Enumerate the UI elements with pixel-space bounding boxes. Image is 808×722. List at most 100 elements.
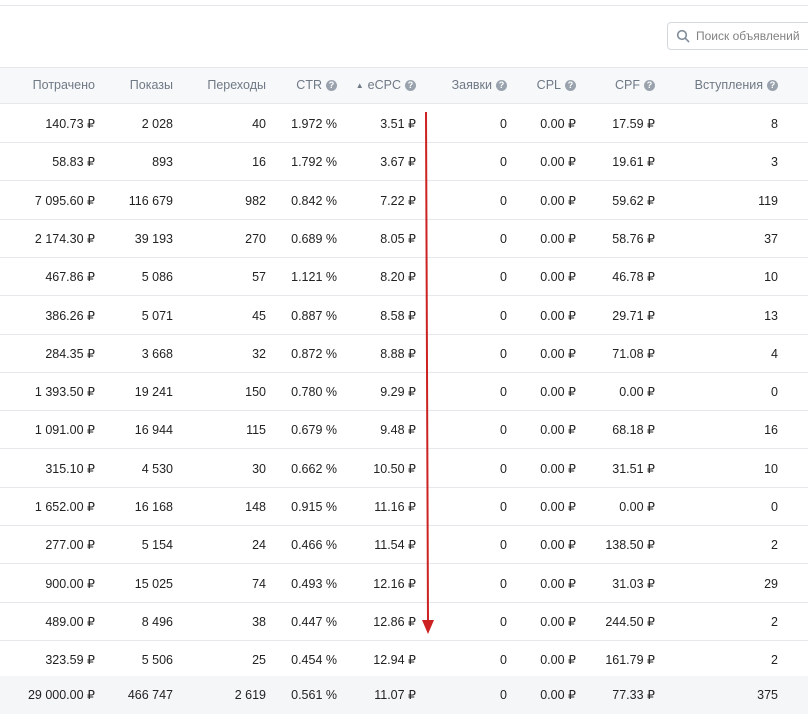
cell-spent: 323.59 ₽ [45, 653, 95, 667]
table-row: 284.35 ₽ 3 668 32 0.872 % 8.88 ₽ 0 0.00 ₽ 71.08… [0, 335, 808, 373]
cell-cpf: 244.50 ₽ [605, 615, 655, 629]
column-header-label: eCPC [367, 78, 401, 93]
cell-impressions: 4 530 [141, 462, 173, 476]
column-header-impressions[interactable]: Показы [130, 68, 173, 103]
table-row: 58.83 ₽ 893 16 1.792 % 3.67 ₽ 0 0.00 ₽ 19.61 ₽ 3 [0, 143, 808, 181]
cell-cpl: 0.00 ₽ [540, 385, 576, 399]
cell-impressions: 3 668 [141, 347, 173, 361]
cell-spent: 489.00 ₽ [45, 615, 95, 629]
search-box[interactable] [667, 22, 808, 50]
search-input[interactable] [696, 29, 808, 43]
cell-ctr: 0.447 % [291, 615, 337, 629]
sort-asc-icon: ▲ [355, 81, 364, 91]
cell-cpf: 138.50 ₽ [605, 538, 655, 552]
cell-impressions: 5 154 [141, 538, 173, 552]
cell-ecpc: 7.22 ₽ [380, 194, 416, 208]
cell-cpf: 0.00 ₽ [619, 500, 655, 514]
help-icon[interactable]: ? [326, 80, 337, 92]
cell-ecpc: 3.51 ₽ [380, 117, 416, 131]
column-header-label: CTR [296, 78, 322, 93]
cell-spent: 29 000.00 ₽ [27, 688, 95, 702]
cell-leads: 0 [500, 347, 507, 361]
cell-clicks: 2 619 [234, 688, 266, 702]
column-header-cpf[interactable]: CPF? [615, 68, 655, 103]
cell-clicks: 982 [245, 194, 266, 208]
column-header-leads[interactable]: Заявки? [452, 68, 507, 103]
cell-cpf: 19.61 ₽ [612, 155, 655, 169]
cell-cpf: 77.33 ₽ [612, 688, 655, 702]
help-icon[interactable]: ? [405, 80, 416, 92]
cell-ecpc: 8.88 ₽ [380, 347, 416, 361]
totals-row: 29 000.00 ₽ 466 747 2 619 0.561 % 11.07 ₽ 0 0.… [0, 676, 808, 714]
cell-spent: 7 095.60 ₽ [34, 194, 95, 208]
cell-cpl: 0.00 ₽ [540, 155, 576, 169]
cell-cpl: 0.00 ₽ [540, 462, 576, 476]
help-icon[interactable]: ? [496, 80, 507, 92]
cell-ecpc: 9.48 ₽ [380, 423, 416, 437]
cell-leads: 0 [500, 423, 507, 437]
cell-cpl: 0.00 ₽ [540, 577, 576, 591]
cell-cpf: 31.51 ₽ [612, 462, 655, 476]
cell-leads: 0 [500, 615, 507, 629]
table-row: 900.00 ₽ 15 025 74 0.493 % 12.16 ₽ 0 0.00 ₽ 31.… [0, 565, 808, 603]
cell-spent: 140.73 ₽ [45, 117, 95, 131]
cell-spent: 2 174.30 ₽ [34, 232, 95, 246]
cell-ctr: 0.662 % [291, 462, 337, 476]
help-icon[interactable]: ? [644, 80, 655, 92]
cell-impressions: 39 193 [134, 232, 173, 246]
cell-ctr: 1.972 % [291, 117, 337, 131]
cell-cpf: 58.76 ₽ [612, 232, 655, 246]
column-header-label: CPL [536, 78, 561, 93]
column-header-cpl[interactable]: CPL? [537, 68, 576, 103]
column-header-ecpc[interactable]: ▲ eCPC? [356, 68, 416, 103]
help-icon[interactable]: ? [767, 80, 778, 92]
table-row: 315.10 ₽ 4 530 30 0.662 % 10.50 ₽ 0 0.00 ₽ 31.5… [0, 450, 808, 488]
column-header-ctr[interactable]: CTR? [296, 68, 337, 103]
cell-ctr: 0.689 % [291, 232, 337, 246]
top-divider [0, 5, 808, 6]
cell-clicks: 270 [245, 232, 266, 246]
cell-spent: 315.10 ₽ [45, 462, 95, 476]
cell-cpl: 0.00 ₽ [540, 688, 576, 702]
cell-leads: 0 [500, 270, 507, 284]
cell-leads: 0 [500, 653, 507, 667]
table-row: 323.59 ₽ 5 506 25 0.454 % 12.94 ₽ 0 0.00 ₽ 161.… [0, 641, 808, 679]
cell-impressions: 5 086 [141, 270, 173, 284]
cell-ctr: 0.872 % [291, 347, 337, 361]
table-row: 1 652.00 ₽ 16 168 148 0.915 % 11.16 ₽ 0 0.00 ₽… [0, 488, 808, 526]
cell-clicks: 38 [252, 615, 266, 629]
cell-leads: 0 [500, 538, 507, 552]
cell-cpl: 0.00 ₽ [540, 538, 576, 552]
cell-clicks: 45 [252, 309, 266, 323]
cell-ecpc: 11.54 ₽ [374, 538, 416, 552]
cell-ecpc: 8.20 ₽ [380, 270, 416, 284]
cell-joins: 375 [757, 688, 778, 702]
cell-joins: 10 [764, 270, 778, 284]
cell-joins: 29 [764, 577, 778, 591]
table-row: 277.00 ₽ 5 154 24 0.466 % 11.54 ₽ 0 0.00 ₽ 138.… [0, 526, 808, 564]
table-row: 489.00 ₽ 8 496 38 0.447 % 12.86 ₽ 0 0.00 ₽ 244.… [0, 603, 808, 641]
table-row: 386.26 ₽ 5 071 45 0.887 % 8.58 ₽ 0 0.00 ₽ 29.71… [0, 297, 808, 335]
cell-ecpc: 12.94 ₽ [373, 653, 416, 667]
cell-cpl: 0.00 ₽ [540, 615, 576, 629]
cell-impressions: 8 496 [141, 615, 173, 629]
cell-ecpc: 12.16 ₽ [373, 577, 416, 591]
cell-ctr: 0.780 % [291, 385, 337, 399]
cell-clicks: 148 [245, 500, 266, 514]
cell-ctr: 0.493 % [291, 577, 337, 591]
column-header-clicks[interactable]: Переходы [207, 68, 266, 103]
cell-joins: 0 [771, 385, 778, 399]
cell-joins: 2 [771, 538, 778, 552]
cell-cpf: 161.79 ₽ [605, 653, 655, 667]
help-icon[interactable]: ? [565, 80, 576, 92]
column-header-label: CPF [615, 78, 640, 93]
table-row: 467.86 ₽ 5 086 57 1.121 % 8.20 ₽ 0 0.00 ₽ 46.78… [0, 258, 808, 296]
table-row: 1 393.50 ₽ 19 241 150 0.780 % 9.29 ₽ 0 0.00 ₽ 0… [0, 373, 808, 411]
cell-impressions: 16 168 [134, 500, 173, 514]
cell-impressions: 5 506 [141, 653, 173, 667]
column-header-spent[interactable]: Потрачено [33, 68, 95, 103]
column-header-joins[interactable]: Вступления? [695, 68, 778, 103]
cell-ctr: 0.454 % [291, 653, 337, 667]
cell-spent: 386.26 ₽ [45, 309, 95, 323]
cell-impressions: 5 071 [141, 309, 173, 323]
